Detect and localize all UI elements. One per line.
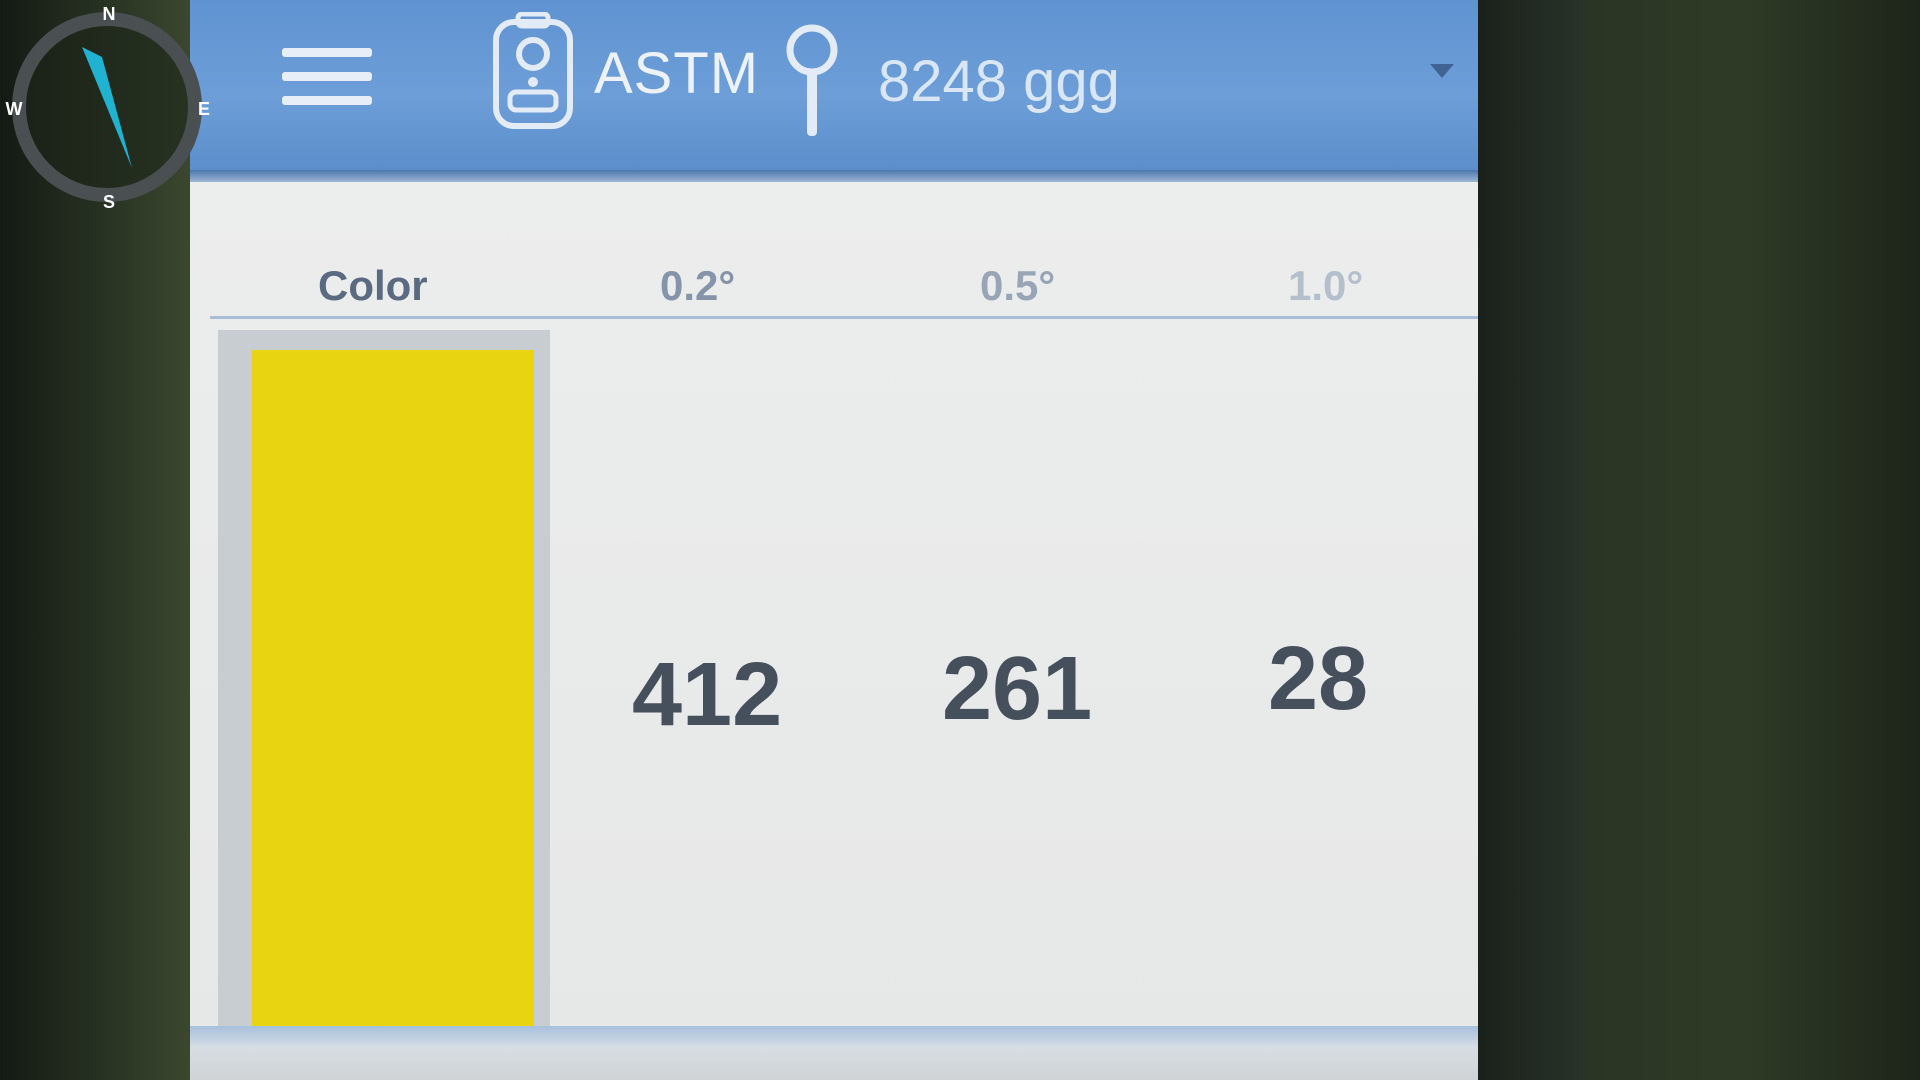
photo-scene: ASTM 8248 ggg Color 0.2° 0.5° 1.0° 412 2… bbox=[0, 0, 1920, 1080]
reading-value-angle-1: 412 bbox=[632, 645, 783, 745]
compass-south-label: S bbox=[102, 192, 115, 212]
compass-widget: N S E W bbox=[2, 2, 212, 212]
location-pin-icon[interactable] bbox=[780, 22, 844, 140]
compass-north-label: N bbox=[102, 4, 116, 24]
compass-dial bbox=[12, 12, 202, 202]
readings-table: Color 0.2° 0.5° 1.0° 412 261 28 bbox=[190, 182, 1478, 1080]
column-header-color: Color bbox=[318, 262, 428, 309]
app-bar: ASTM 8248 ggg bbox=[190, 0, 1478, 175]
app-bar-shadow bbox=[190, 170, 1478, 182]
column-header-angle-3: 1.0° bbox=[1288, 262, 1364, 309]
device-bezel-right bbox=[1476, 0, 1920, 1080]
device-label[interactable]: ASTM bbox=[594, 40, 759, 107]
hamburger-menu-icon[interactable] bbox=[282, 48, 374, 110]
device-screen: ASTM 8248 ggg Color 0.2° 0.5° 1.0° 412 2… bbox=[190, 0, 1478, 1080]
compass-west-label: W bbox=[5, 99, 23, 119]
dropdown-arrow-icon[interactable] bbox=[1430, 64, 1454, 78]
device-bezel-edge bbox=[1476, 0, 1586, 1080]
compass-east-label: E bbox=[197, 99, 210, 119]
handheld-device-icon[interactable] bbox=[490, 11, 576, 134]
table-header-row: Color 0.2° 0.5° 1.0° bbox=[190, 262, 1478, 322]
reading-value-angle-2: 261 bbox=[942, 639, 1093, 739]
bottom-bar bbox=[190, 1026, 1478, 1080]
color-swatch bbox=[252, 350, 534, 1062]
header-divider bbox=[210, 316, 1478, 319]
color-cell bbox=[218, 330, 550, 1080]
column-header-angle-1: 0.2° bbox=[660, 262, 736, 309]
reading-value-angle-3: 28 bbox=[1268, 629, 1369, 729]
location-label[interactable]: 8248 ggg bbox=[878, 48, 1120, 115]
column-header-angle-2: 0.5° bbox=[980, 262, 1056, 309]
